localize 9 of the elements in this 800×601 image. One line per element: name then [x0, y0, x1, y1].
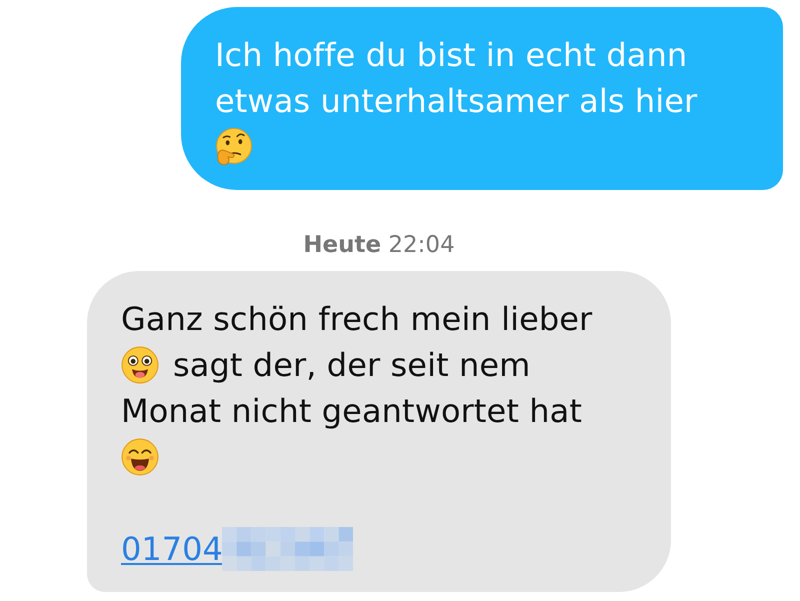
timestamp: Heute 22:04 [303, 231, 455, 259]
message-text: Ganz schön frech mein lieber [121, 299, 592, 340]
message-text: Monat nicht geantwortet hat [121, 391, 582, 432]
tongue-out-face-icon [121, 346, 159, 384]
laughing-face-icon [121, 438, 159, 476]
message-text: sagt der, der seit nem [173, 345, 530, 386]
phone-number-link[interactable]: 01704 [121, 526, 223, 572]
message-text: Ich hoffe du bist in echt dann etwas unterhaltsamer als hier [215, 35, 698, 122]
thinking-face-icon [215, 128, 253, 166]
